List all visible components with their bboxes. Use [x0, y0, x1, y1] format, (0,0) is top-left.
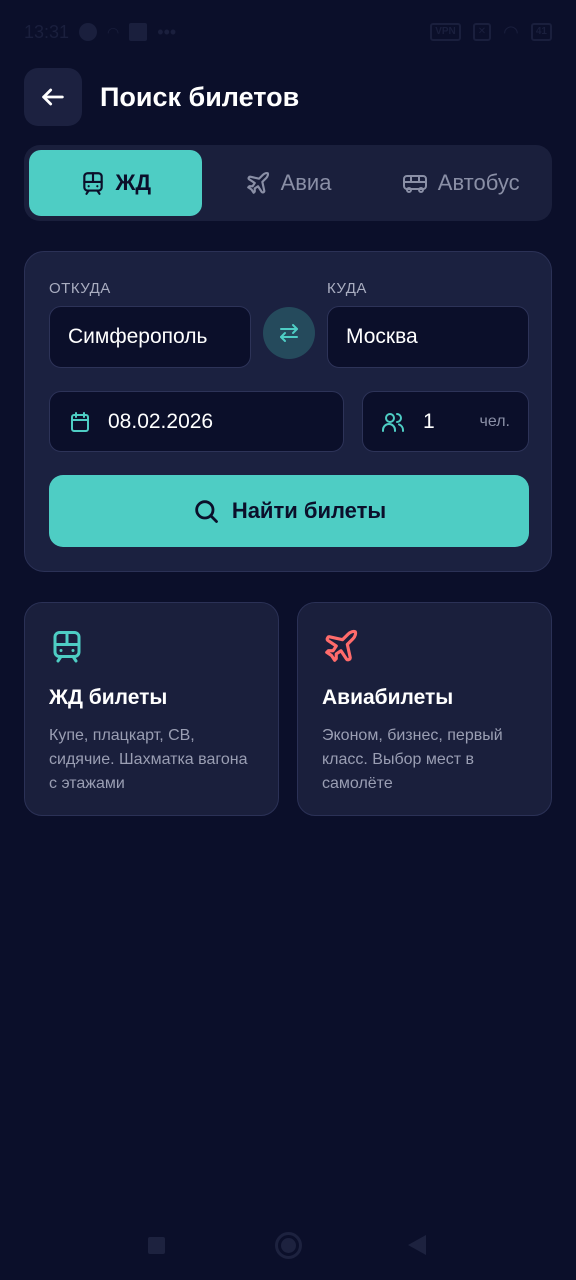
- to-label: КУДА: [327, 280, 367, 297]
- status-time: 13:31: [24, 21, 70, 42]
- arrow-left-icon: [42, 88, 64, 106]
- app-notification-icon: [79, 23, 98, 41]
- transport-tabs: ЖД Авиа Автобус: [24, 145, 552, 221]
- plane-icon: [245, 170, 271, 196]
- more-notifications: •••: [157, 21, 177, 42]
- back-button[interactable]: [24, 68, 82, 126]
- tab-bus-label: Автобус: [437, 170, 520, 195]
- date-value: 08.02.2026: [108, 409, 214, 433]
- to-value: Москва: [346, 325, 418, 348]
- info-card-desc: Купе, плацкарт, СВ, сидячие. Шахматка ва…: [49, 727, 248, 792]
- passengers-unit: чел.: [479, 412, 510, 430]
- search-icon: [195, 500, 218, 523]
- calendar-icon: [71, 411, 89, 432]
- home-button[interactable]: [275, 1232, 302, 1259]
- page-title: Поиск билетов: [100, 81, 300, 112]
- swap-icon: [280, 324, 298, 342]
- tab-avia[interactable]: Авиа: [202, 150, 375, 216]
- wifi-small-icon: ◠: [107, 23, 120, 40]
- tab-train-label: ЖД: [115, 170, 152, 195]
- plane-icon: [325, 629, 358, 662]
- train-icon: [80, 170, 106, 196]
- passengers-field[interactable]: 1 чел.: [362, 391, 529, 452]
- status-bar: 13:31 ◠ ••• VPN ✕ ◠ 41: [0, 0, 576, 64]
- search-card: ОТКУДА КУДА Симферополь Москва 08.02.202…: [24, 251, 552, 572]
- vpn-icon: VPN: [430, 23, 461, 41]
- system-back-button[interactable]: [408, 1235, 426, 1255]
- info-card-title: Авиабилеты: [322, 686, 454, 709]
- from-value: Симферополь: [68, 325, 208, 348]
- wifi-icon: ◠: [503, 21, 519, 42]
- battery-icon: 41: [530, 23, 552, 41]
- search-button-label: Найти билеты: [231, 498, 387, 523]
- signal-off-icon: ✕: [472, 23, 492, 41]
- info-card-desc: Эконом, бизнес, первый класс. Выбор мест…: [322, 727, 503, 792]
- recents-button[interactable]: [148, 1237, 165, 1254]
- train-icon: [53, 631, 81, 663]
- bus-icon: [402, 170, 428, 196]
- tab-bus[interactable]: Автобус: [374, 150, 547, 216]
- from-label: ОТКУДА: [49, 280, 111, 297]
- tab-train[interactable]: ЖД: [29, 150, 202, 216]
- system-nav-bar: [0, 1215, 576, 1275]
- from-field[interactable]: Симферополь: [49, 306, 251, 368]
- header: Поиск билетов: [24, 68, 299, 126]
- info-card-title: ЖД билеты: [49, 686, 168, 709]
- swap-button[interactable]: [263, 307, 315, 359]
- passengers-value: 1: [423, 409, 435, 433]
- notification-icon: [129, 23, 148, 41]
- tab-avia-label: Авиа: [280, 170, 332, 195]
- users-icon: [382, 412, 404, 432]
- search-button[interactable]: Найти билеты: [49, 475, 529, 547]
- date-field[interactable]: 08.02.2026: [49, 391, 344, 452]
- info-card-avia[interactable]: Авиабилеты Эконом, бизнес, первый класс.…: [297, 602, 552, 816]
- to-field[interactable]: Москва: [327, 306, 529, 368]
- info-card-train[interactable]: ЖД билеты Купе, плацкарт, СВ, сидячие. Ш…: [24, 602, 279, 816]
